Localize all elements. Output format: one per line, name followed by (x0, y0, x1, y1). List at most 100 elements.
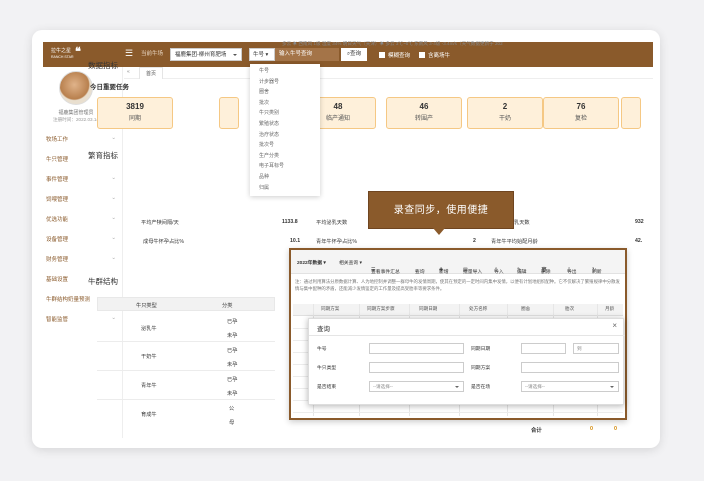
cow-id-field[interactable] (369, 343, 464, 354)
farm-select[interactable]: 福鹿集团-柳州育肥场 (170, 48, 242, 61)
chevron-down-icon: ⌄ (111, 135, 116, 141)
checkbox-box-icon (419, 52, 425, 58)
total-value: 0 (590, 426, 593, 432)
sync-date-label: 同期日期 (471, 347, 491, 352)
include-departed-label: 含离场牛 (428, 53, 451, 59)
query-dialog: 查询 × 牛号 同期日期 到 牛只类型 同期方案 是否结束 --请选择-- 是否… (308, 318, 625, 405)
cattle-type-label: 牛只类型 (317, 366, 337, 371)
search-key-select[interactable]: 牛号 ▾ (249, 48, 275, 61)
sidebar-item-label: 智能监管 (46, 317, 69, 323)
sidebar-item-devices[interactable]: 设备管理 ⌄ (46, 235, 116, 245)
sidebar-item-monitoring[interactable]: 智能监管 ⌄ (46, 315, 116, 325)
herd-group-sub: 未孕 (227, 391, 238, 397)
dialog-title: 查询 (317, 326, 330, 333)
sync-plan-label: 同期方案 (471, 366, 491, 371)
sync-date-to-label: 到 (577, 346, 582, 351)
include-departed-checkbox[interactable]: 含离场牛 (419, 51, 450, 59)
task-card[interactable] (219, 97, 239, 129)
on-farm-select[interactable]: --请选择-- (521, 381, 619, 392)
herd-table-header: 牛只类型 分类 (97, 297, 275, 311)
sidebar-item-premium[interactable]: 优选功能 ⌄ (46, 215, 116, 225)
search-input[interactable]: 输入牛号查询 (275, 48, 339, 61)
sidebar-item-label: 牛只管理 (46, 157, 69, 163)
section-title-today: 今日重要任务 (90, 84, 129, 91)
year-select[interactable]: 2022年数据 ▾ (297, 259, 326, 266)
herd-group-name: 干奶牛 (141, 354, 157, 360)
dialog-divider (309, 335, 625, 336)
batch-import-label: 批量导入 (463, 270, 483, 275)
logo-mark-icon: ❝ (75, 46, 81, 58)
dropdown-option[interactable]: 治疗状态 (250, 130, 320, 141)
tab-home[interactable]: 首页 (139, 67, 164, 79)
task-card-value: 2 (502, 102, 508, 111)
chevron-down-icon: ⌄ (111, 315, 116, 321)
dropdown-option[interactable]: 繁殖状态 (250, 119, 320, 130)
tab-bar: « 首页 (124, 67, 653, 79)
chevron-down-icon: ⌄ (111, 175, 116, 181)
breed-adult-pregnant-value: 10.1 (290, 238, 301, 244)
dropdown-option[interactable]: 批次号 (250, 140, 320, 151)
herd-group-sub: 公 (229, 406, 235, 412)
grid-col-header: 处方名称 (469, 306, 488, 311)
breed-calving-interval-value: 1133.8 (282, 219, 298, 225)
grid-col-header: 圈舍 (521, 306, 531, 311)
dropdown-option[interactable]: 计步器号 (250, 77, 320, 88)
finished-label: 是否结束 (317, 385, 337, 390)
row-divider (97, 399, 275, 400)
task-card-label: 转围产 (414, 116, 433, 122)
dropdown-option[interactable]: 电子耳标号 (250, 161, 320, 172)
sidebar-item-label: 牛群结构奶量预测 (46, 297, 91, 303)
logo-text: 拉牛之星 (51, 48, 72, 54)
breed-days-value: 932 (635, 219, 644, 225)
add-button-label: 新增 (439, 270, 449, 275)
breed-adult-pregnant-label: 成母牛怀孕占比% (143, 239, 184, 245)
dropdown-option[interactable]: 归属 (250, 183, 320, 194)
task-card[interactable]: 46 转围产 (386, 97, 462, 129)
dropdown-option[interactable]: 牛只类别 (250, 108, 320, 119)
cattle-type-field[interactable] (369, 362, 464, 373)
dropdown-option[interactable]: 批次 (250, 98, 320, 109)
chevron-down-icon: ⌄ (111, 195, 116, 201)
grid-col-header: 月龄 (605, 306, 615, 311)
dropdown-option[interactable]: 生产分类 (250, 151, 320, 162)
avatar[interactable] (59, 71, 93, 105)
query-button-label: 查询 (415, 270, 425, 275)
sidebar-item-ranch-work[interactable]: 牧场工作 ⌄ (46, 135, 116, 145)
total-label: 合计 (531, 428, 542, 434)
dropdown-option[interactable]: 圈舍 (250, 87, 320, 98)
menu-toggle-icon[interactable]: ☰ (125, 48, 133, 59)
sidebar-item-finance[interactable]: 财务管理 ⌄ (46, 255, 116, 265)
export-button-label: 导出 (567, 270, 577, 275)
logo-subtext: RANCH STAR (51, 55, 74, 59)
task-card[interactable]: 3819 同期 (97, 97, 173, 129)
weather-info: 多云 ☀ 西南风 1级 湿度 34% 明日天气（天津）☀ 多云 3℃~6℃ 东南… (282, 41, 503, 46)
row-divider (97, 341, 275, 342)
sync-plan-field[interactable] (521, 362, 619, 373)
sync-date-to-field[interactable]: 到 (573, 343, 619, 354)
double-chevron-left-icon[interactable]: « (127, 69, 130, 75)
task-card-value: 76 (576, 102, 586, 111)
sidebar-item-feeding[interactable]: 饲喂管理 ⌄ (46, 195, 116, 205)
breed-heifer-pregnant-value: 2 (473, 238, 476, 244)
task-card-value: 46 (419, 102, 429, 111)
herd-header-type: 牛只类型 (136, 303, 157, 309)
section-title-data: 数据指标 (88, 61, 118, 70)
cow-id-label: 牛号 (317, 347, 327, 352)
sidebar-item-events[interactable]: 事件管理 ⌄ (46, 175, 116, 185)
checkbox-box-icon (379, 52, 385, 58)
finished-select[interactable]: --请选择-- (369, 381, 464, 392)
import-button-label: 导入 (494, 270, 504, 275)
section-title-herd: 牛群结构 (88, 277, 118, 286)
close-icon[interactable]: × (612, 321, 617, 330)
task-card[interactable] (621, 97, 641, 129)
task-card[interactable]: 2 干奶 (467, 97, 543, 129)
dropdown-option[interactable]: 牛号 (250, 66, 320, 77)
sidebar-item-label: 财务管理 (46, 257, 69, 263)
search-key-dropdown: 牛号 计步器号 圈舍 批次 牛只类别 繁殖状态 治疗状态 批次号 生产分类 电子… (250, 64, 320, 196)
task-card[interactable]: 76 复检 (543, 97, 619, 129)
grid-col-header: 同期日期 (419, 306, 438, 311)
related-query-select[interactable]: 相关查询 ▾ (339, 259, 362, 266)
fuzzy-search-checkbox[interactable]: 模糊查询 (379, 51, 410, 59)
search-button[interactable]: ⌕查询 (341, 48, 367, 61)
dropdown-option[interactable]: 品种 (250, 172, 320, 183)
